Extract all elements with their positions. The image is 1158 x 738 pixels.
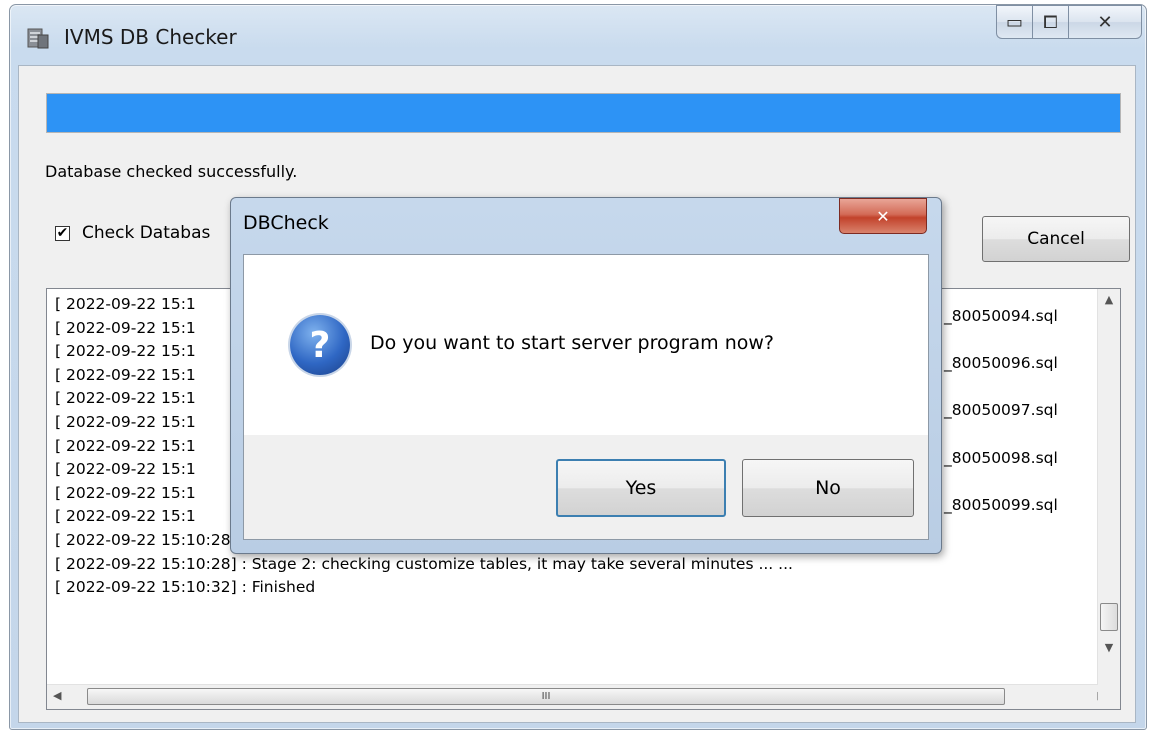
- minimize-icon: ▭: [1005, 11, 1023, 33]
- question-icon: ?: [290, 315, 350, 375]
- log-script-file: _80050098.sql: [944, 448, 1058, 467]
- dialog-message: Do you want to start server program now?: [370, 332, 774, 354]
- window-title: IVMS DB Checker: [64, 25, 237, 49]
- log-script-files: _80050094.sql _80050096.sql _80050097.sql _…: [944, 293, 1058, 529]
- check-database-checkbox[interactable]: ✔: [55, 225, 70, 241]
- check-database-label: Check Databas: [82, 223, 211, 243]
- checkmark-icon: ✔: [56, 225, 69, 241]
- horizontal-scroll-thumb[interactable]: III: [87, 688, 1005, 705]
- dbcheck-dialog: DBCheck ✕ ? Do you want to start server …: [230, 197, 942, 554]
- log-script-file: _80050099.sql: [944, 495, 1058, 514]
- dialog-body: ? Do you want to start server program no…: [243, 254, 929, 540]
- dialog-title: DBCheck: [243, 212, 329, 234]
- vertical-scrollbar[interactable]: ▲ ▼: [1097, 289, 1120, 687]
- log-line: [ 2022-09-22 15:10:32] : Finished: [55, 578, 316, 597]
- progress-fill: [47, 94, 1120, 132]
- log-script-file: _80050097.sql: [944, 401, 1058, 420]
- yes-button[interactable]: Yes: [556, 459, 726, 517]
- log-line: [ 2022-09-22 15:10:28] : Stage 2: checki…: [55, 554, 793, 573]
- dialog-close-button[interactable]: ✕: [839, 198, 927, 234]
- status-text: Database checked successfully.: [45, 162, 298, 181]
- title-bar[interactable]: IVMS DB Checker ▭ ⧠ ✕: [10, 5, 1146, 65]
- maximize-button[interactable]: ⧠: [1032, 5, 1068, 39]
- scroll-left-icon[interactable]: ◀: [53, 689, 61, 702]
- close-button[interactable]: ✕: [1068, 5, 1142, 39]
- no-button[interactable]: No: [742, 459, 914, 517]
- log-script-file: _80050094.sql: [944, 307, 1058, 325]
- scroll-down-icon[interactable]: ▼: [1098, 641, 1120, 659]
- caption-buttons: ▭ ⧠ ✕: [996, 5, 1142, 41]
- scroll-corner: [1098, 685, 1120, 709]
- scroll-up-icon[interactable]: ▲: [1098, 293, 1120, 311]
- log-script-file: _80050096.sql: [944, 354, 1058, 373]
- close-icon: ✕: [1097, 11, 1113, 33]
- horizontal-scrollbar[interactable]: ◀ III ▶: [47, 684, 1106, 709]
- maximize-icon: ⧠: [1043, 11, 1058, 33]
- progress-bar: [46, 93, 1121, 133]
- cancel-button[interactable]: Cancel: [982, 216, 1130, 262]
- database-app-icon: [27, 28, 49, 49]
- check-database-option[interactable]: ✔ Check Databas: [55, 223, 210, 243]
- close-icon: ✕: [876, 206, 890, 226]
- vertical-scroll-thumb[interactable]: [1100, 603, 1118, 631]
- minimize-button[interactable]: ▭: [996, 5, 1032, 39]
